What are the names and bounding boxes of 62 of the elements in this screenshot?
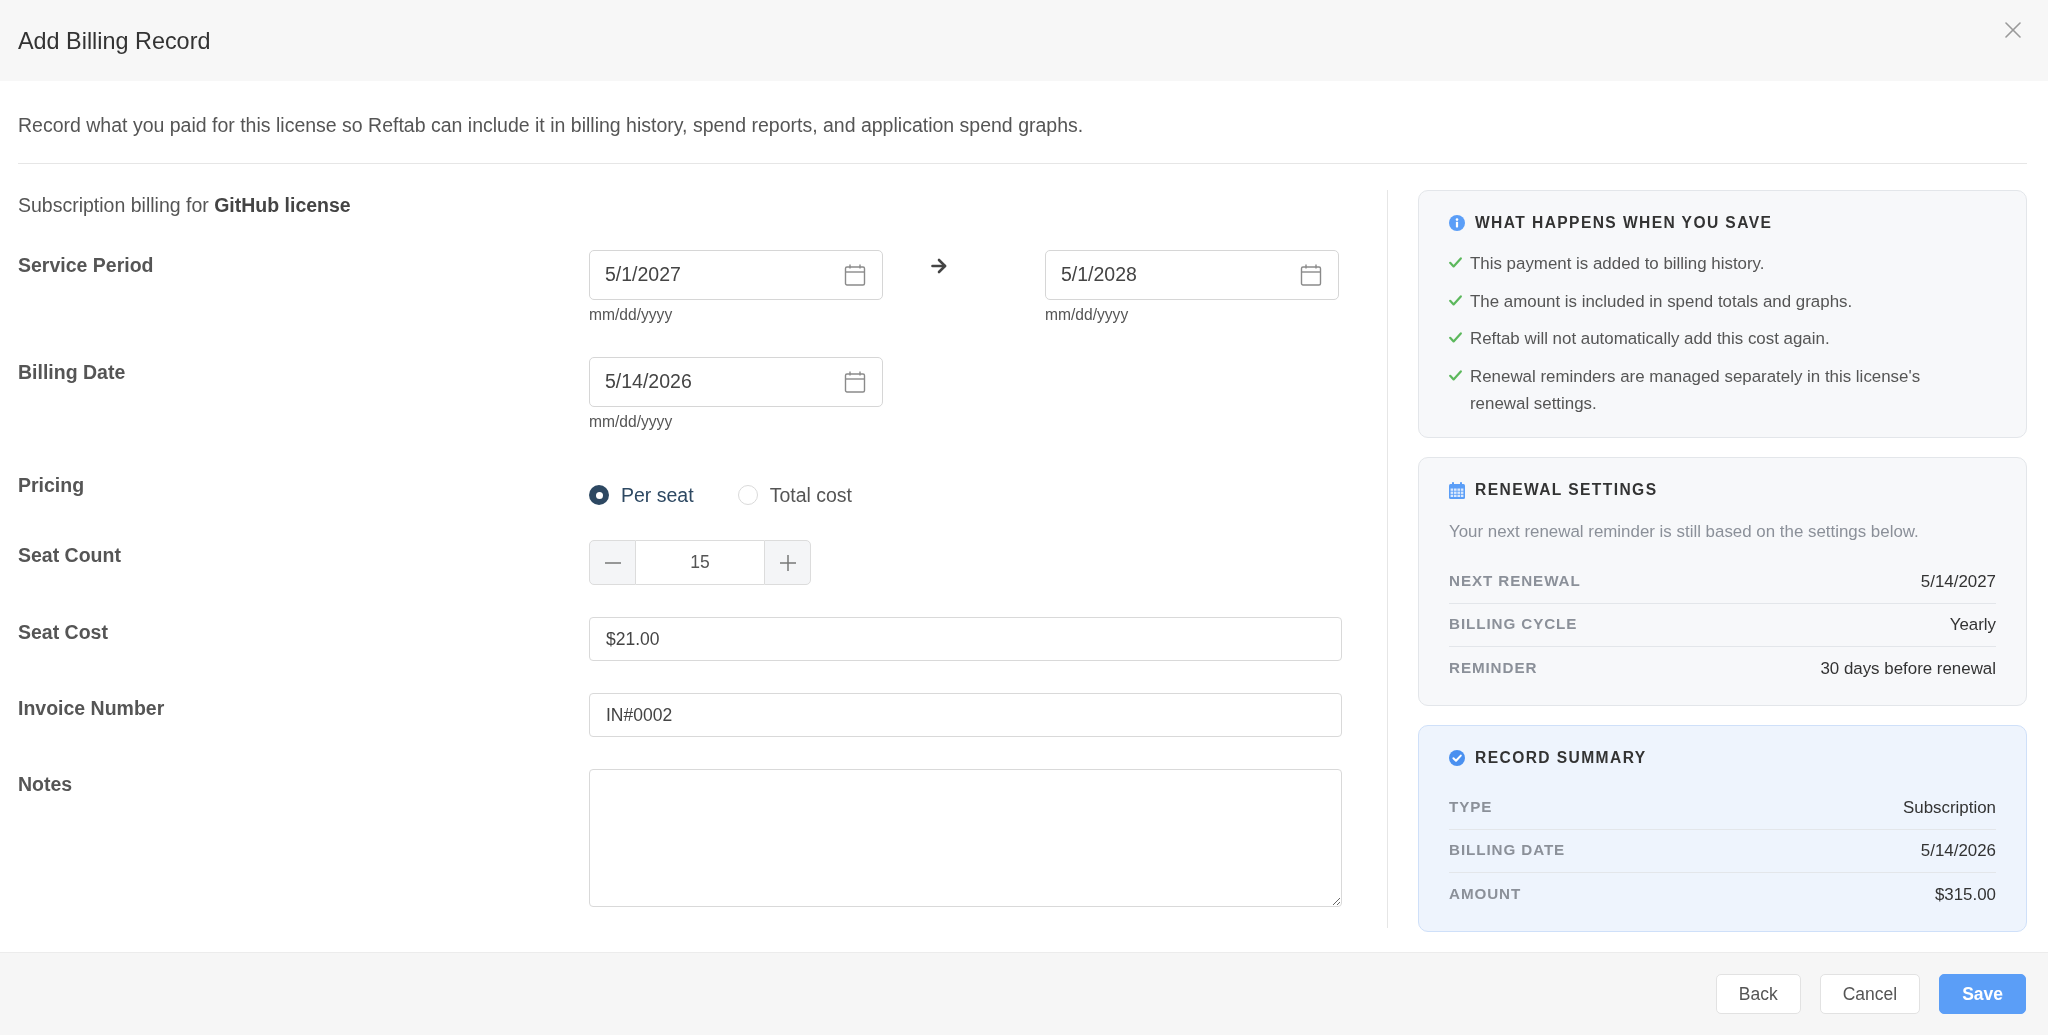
detail-label: NEXT RENEWAL	[1449, 570, 1581, 591]
checklist-item: Renewal reminders are managed separately in this license's renewal settings.	[1470, 365, 1922, 415]
field-label: Service Period	[18, 253, 154, 278]
card-title: RENEWAL SETTINGS	[1475, 480, 1658, 500]
detail-label: BILLING DATE	[1449, 840, 1566, 861]
minus-icon	[604, 561, 621, 564]
card-description: Your next renewal reminder is still based on the settings below.	[1449, 521, 1920, 543]
date-format-hint: mm/dd/yyyy	[1045, 305, 1129, 325]
field-label: Pricing	[18, 473, 85, 498]
detail-label: AMOUNT	[1449, 884, 1522, 905]
date-field[interactable]: 5/1/2028	[1045, 250, 1339, 300]
field-label: Billing Date	[18, 360, 126, 385]
close-button[interactable]	[2005, 22, 2021, 38]
radio-button[interactable]	[737, 485, 758, 505]
notes-field[interactable]	[589, 769, 1342, 907]
checklist-item: This payment is added to billing history.	[1470, 253, 1765, 275]
field-label: Seat Count	[18, 543, 121, 568]
detail-value: 5/14/2027	[1920, 570, 1996, 593]
close-icon	[2005, 22, 2021, 38]
radio-button[interactable]	[589, 485, 609, 505]
detail-label: TYPE	[1449, 796, 1493, 817]
detail-value: 30 days before renewal	[1820, 658, 1996, 681]
plus-icon	[779, 554, 796, 571]
text-field[interactable]: $21.00	[589, 617, 1342, 661]
check-icon	[1449, 294, 1462, 306]
radio-label[interactable]: Per seat	[621, 482, 694, 508]
detail-label: REMINDER	[1449, 658, 1538, 679]
date-field[interactable]: 5/1/2027	[589, 250, 883, 300]
calendar-icon	[1449, 481, 1465, 499]
detail-label: BILLING CYCLE	[1449, 614, 1578, 635]
card-title: WHAT HAPPENS WHEN YOU SAVE	[1475, 213, 1773, 233]
date-format-hint: mm/dd/yyyy	[589, 412, 673, 432]
detail-value: Yearly	[1949, 614, 1996, 637]
right-arrow-icon	[931, 258, 947, 274]
date-field[interactable]: 5/14/2026	[589, 357, 883, 407]
checklist-item: The amount is included in spend totals and graphs.	[1470, 290, 1853, 313]
detail-value: Subscription	[1903, 796, 1996, 819]
radio-label[interactable]: Total cost	[769, 482, 852, 508]
calendar-icon	[1300, 264, 1322, 286]
dialog-description: Record what you paid for this license so Reftab can include it in billing history, spend reports, and application spend graphs.	[18, 113, 1084, 138]
increment-button[interactable]	[764, 540, 811, 585]
check-circle-icon	[1449, 750, 1465, 766]
text-field[interactable]: IN#0002	[589, 693, 1342, 737]
card-title: RECORD SUMMARY	[1475, 748, 1647, 768]
calendar-icon	[844, 264, 866, 286]
check-icon	[1449, 332, 1462, 343]
calendar-icon	[844, 371, 866, 393]
date-format-hint: mm/dd/yyyy	[589, 305, 673, 325]
field-label: Seat Cost	[18, 620, 108, 645]
info-icon	[1449, 215, 1465, 231]
dialog-title: Add Billing Record	[18, 26, 211, 56]
field-label: Invoice Number	[18, 696, 165, 721]
checklist-item: Reftab will not automatically add this cost again.	[1470, 328, 1830, 350]
detail-value: $315.00	[1934, 884, 1996, 907]
detail-value: 5/14/2026	[1920, 840, 1996, 863]
check-icon	[1449, 369, 1462, 381]
seat-count-field[interactable]: 15	[636, 540, 764, 585]
field-label: Notes	[18, 772, 73, 797]
form-subtitle: Subscription billing for GitHub license	[18, 193, 351, 218]
secondary-button[interactable]: Back	[1715, 974, 1801, 1014]
secondary-button[interactable]: Cancel	[1819, 974, 1921, 1014]
check-icon	[1449, 257, 1462, 268]
